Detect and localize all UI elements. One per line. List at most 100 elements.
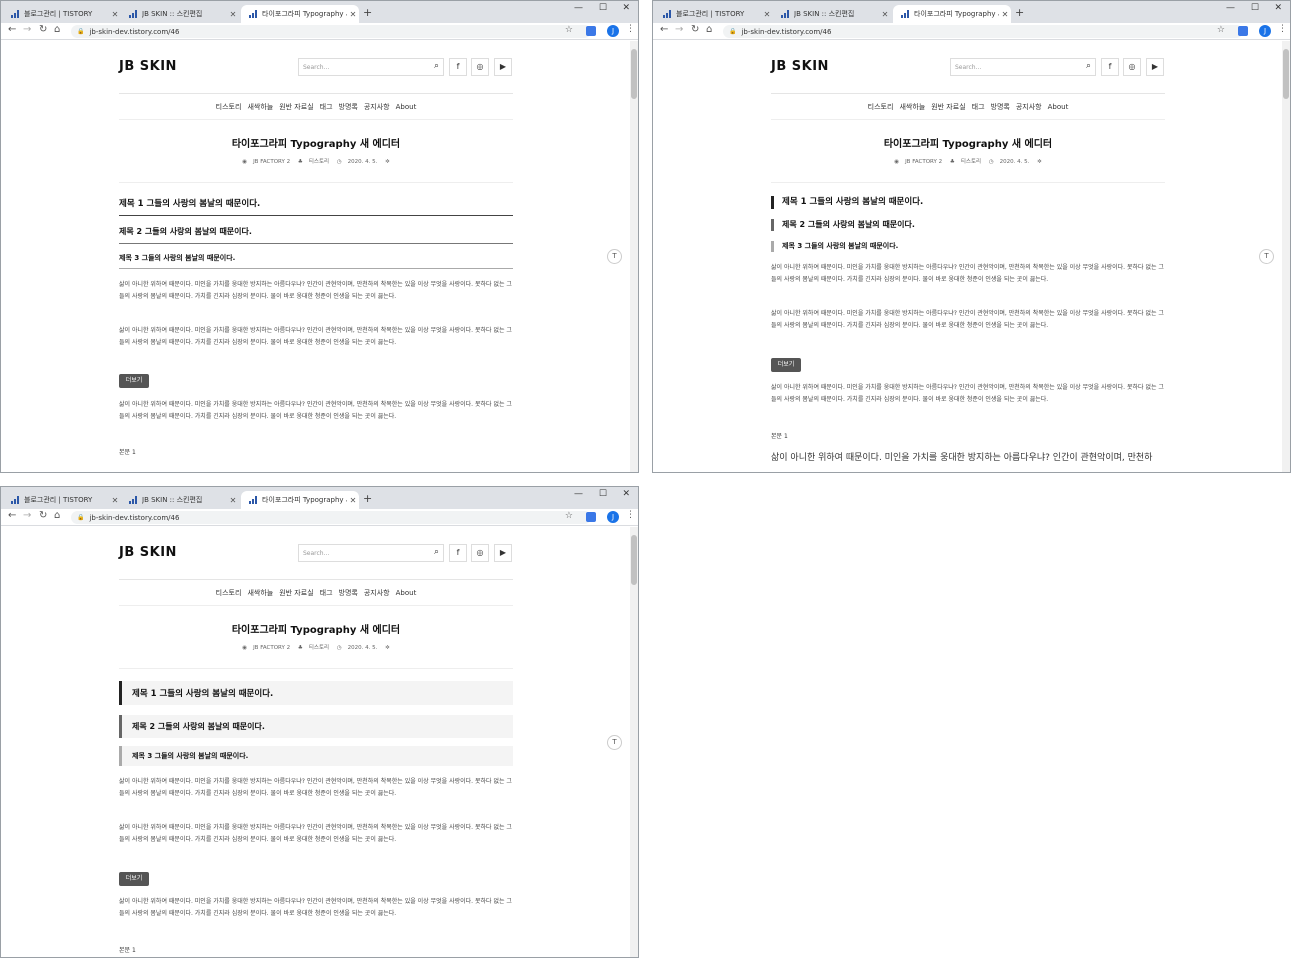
close-icon[interactable]: ✕ bbox=[761, 10, 773, 19]
search-icon[interactable]: ⌕ bbox=[434, 547, 439, 557]
menu-item[interactable]: 새싹하늘 bbox=[247, 103, 273, 111]
scrollbar-thumb[interactable] bbox=[631, 535, 637, 585]
tab-blog-admin[interactable]: 블로그관리 | TISTORY ✕ bbox=[3, 491, 121, 509]
youtube-icon[interactable]: ▶ bbox=[494, 58, 512, 76]
tab-skin-editor[interactable]: JB SKIN :: 스킨편집 ✕ bbox=[773, 5, 891, 23]
menu-item[interactable]: About bbox=[1048, 103, 1069, 111]
extension-icon[interactable] bbox=[1238, 26, 1248, 36]
profile-avatar[interactable]: J bbox=[607, 25, 619, 37]
search-input[interactable]: Search... ⌕ bbox=[950, 58, 1096, 76]
bookmark-star-icon[interactable]: ☆ bbox=[565, 25, 573, 35]
home-icon[interactable]: ⌂ bbox=[706, 24, 712, 35]
menu-item[interactable]: 새싹하늘 bbox=[247, 589, 273, 597]
youtube-icon[interactable]: ▶ bbox=[494, 544, 512, 562]
window-close-button[interactable]: ✕ bbox=[622, 489, 630, 499]
gear-icon[interactable]: ✲ bbox=[385, 159, 390, 165]
reload-icon[interactable]: ↻ bbox=[691, 24, 699, 35]
search-icon[interactable]: ⌕ bbox=[434, 61, 439, 71]
tab-skin-editor[interactable]: JB SKIN :: 스킨편집 ✕ bbox=[121, 5, 239, 23]
window-close-button[interactable]: ✕ bbox=[622, 3, 630, 13]
youtube-icon[interactable]: ▶ bbox=[1146, 58, 1164, 76]
bookmark-star-icon[interactable]: ☆ bbox=[565, 511, 573, 521]
menu-item[interactable]: 방명록 bbox=[339, 103, 358, 111]
menu-item[interactable]: 공지사항 bbox=[364, 589, 390, 597]
menu-item[interactable]: 공지사항 bbox=[364, 103, 390, 111]
tab-typography-post[interactable]: 타이포그라피 Typography 새 에✕ bbox=[241, 5, 359, 23]
maximize-button[interactable]: ☐ bbox=[599, 3, 607, 13]
close-icon[interactable]: ✕ bbox=[227, 496, 239, 505]
more-button[interactable]: 더보기 bbox=[119, 872, 149, 886]
menu-item[interactable]: 티스토리 bbox=[868, 103, 894, 111]
search-input[interactable]: Search... ⌕ bbox=[298, 58, 444, 76]
scrollbar-thumb[interactable] bbox=[631, 49, 637, 99]
close-icon[interactable]: ✕ bbox=[879, 10, 891, 19]
scrollbar[interactable] bbox=[630, 527, 638, 957]
close-icon[interactable]: ✕ bbox=[109, 10, 121, 19]
extension-icon[interactable] bbox=[586, 26, 596, 36]
post-author[interactable]: JB FACTORY 2 bbox=[253, 645, 290, 651]
back-arrow-icon[interactable]: ← bbox=[660, 24, 668, 35]
forward-arrow-icon[interactable]: → bbox=[23, 510, 31, 521]
menu-item[interactable]: 티스토리 bbox=[216, 589, 242, 597]
minimize-button[interactable]: — bbox=[574, 489, 583, 499]
tab-skin-editor[interactable]: JB SKIN :: 스킨편집 ✕ bbox=[121, 491, 239, 509]
menu-item[interactable]: 원반 자료실 bbox=[931, 103, 965, 111]
maximize-button[interactable]: ☐ bbox=[1251, 3, 1259, 13]
instagram-icon[interactable]: ◎ bbox=[471, 544, 489, 562]
search-icon[interactable]: ⌕ bbox=[1086, 61, 1091, 71]
tab-blog-admin[interactable]: 블로그관리 | TISTORY ✕ bbox=[655, 5, 773, 23]
reload-icon[interactable]: ↻ bbox=[39, 24, 47, 35]
site-logo[interactable]: JB SKIN bbox=[119, 545, 177, 560]
new-tab-button[interactable]: + bbox=[363, 492, 372, 505]
post-author[interactable]: JB FACTORY 2 bbox=[253, 159, 290, 165]
extension-icon[interactable] bbox=[586, 512, 596, 522]
facebook-icon[interactable]: f bbox=[449, 58, 467, 76]
home-icon[interactable]: ⌂ bbox=[54, 510, 60, 521]
address-bar[interactable]: 🔒 jb-skin-dev.tistory.com/46 ☆ bbox=[71, 25, 591, 38]
close-icon[interactable]: ✕ bbox=[999, 10, 1011, 19]
gear-icon[interactable]: ✲ bbox=[1037, 159, 1042, 165]
window-close-button[interactable]: ✕ bbox=[1274, 3, 1282, 13]
scrollbar[interactable] bbox=[1282, 41, 1290, 472]
font-size-toggle-icon[interactable]: T bbox=[1259, 249, 1274, 264]
site-logo[interactable]: JB SKIN bbox=[119, 59, 177, 74]
instagram-icon[interactable]: ◎ bbox=[471, 58, 489, 76]
site-logo[interactable]: JB SKIN bbox=[771, 59, 829, 74]
facebook-icon[interactable]: f bbox=[449, 544, 467, 562]
font-size-toggle-icon[interactable]: T bbox=[607, 735, 622, 750]
new-tab-button[interactable]: + bbox=[1015, 6, 1024, 19]
forward-arrow-icon[interactable]: → bbox=[675, 24, 683, 35]
close-icon[interactable]: ✕ bbox=[227, 10, 239, 19]
minimize-button[interactable]: — bbox=[1226, 3, 1235, 13]
profile-avatar[interactable]: J bbox=[1259, 25, 1271, 37]
close-icon[interactable]: ✕ bbox=[347, 10, 359, 19]
menu-item[interactable]: 티스토리 bbox=[216, 103, 242, 111]
menu-item[interactable]: 공지사항 bbox=[1016, 103, 1042, 111]
menu-item[interactable]: About bbox=[396, 103, 417, 111]
address-bar[interactable]: 🔒 jb-skin-dev.tistory.com/46 ☆ bbox=[723, 25, 1243, 38]
post-author[interactable]: JB FACTORY 2 bbox=[905, 159, 942, 165]
minimize-button[interactable]: — bbox=[574, 3, 583, 13]
tab-typography-post[interactable]: 타이포그라피 Typography 새 에✕ bbox=[241, 491, 359, 509]
address-bar[interactable]: 🔒 jb-skin-dev.tistory.com/46 ☆ bbox=[71, 511, 591, 524]
post-category[interactable]: 티스토리 bbox=[309, 645, 329, 651]
facebook-icon[interactable]: f bbox=[1101, 58, 1119, 76]
menu-item[interactable]: 원반 자료실 bbox=[279, 103, 313, 111]
more-button[interactable]: 더보기 bbox=[119, 374, 149, 388]
menu-item[interactable]: 태그 bbox=[320, 589, 333, 597]
menu-item[interactable]: 방명록 bbox=[339, 589, 358, 597]
menu-item[interactable]: About bbox=[396, 589, 417, 597]
new-tab-button[interactable]: + bbox=[363, 6, 372, 19]
instagram-icon[interactable]: ◎ bbox=[1123, 58, 1141, 76]
close-icon[interactable]: ✕ bbox=[347, 496, 359, 505]
menu-dots-icon[interactable]: ⋮ bbox=[626, 24, 635, 34]
menu-dots-icon[interactable]: ⋮ bbox=[626, 510, 635, 520]
gear-icon[interactable]: ✲ bbox=[385, 645, 390, 651]
menu-item[interactable]: 태그 bbox=[972, 103, 985, 111]
post-category[interactable]: 티스토리 bbox=[309, 159, 329, 165]
more-button[interactable]: 더보기 bbox=[771, 358, 801, 372]
menu-dots-icon[interactable]: ⋮ bbox=[1278, 24, 1287, 34]
menu-item[interactable]: 방명록 bbox=[991, 103, 1010, 111]
reload-icon[interactable]: ↻ bbox=[39, 510, 47, 521]
font-size-toggle-icon[interactable]: T bbox=[607, 249, 622, 264]
